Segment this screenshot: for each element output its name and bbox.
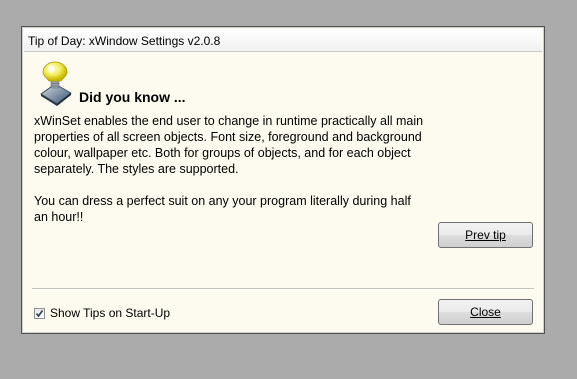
title-bar[interactable]: Tip of Day: xWindow Settings v2.0.8 xyxy=(24,29,542,52)
tip-paragraph: xWinSet enables the end user to change i… xyxy=(34,114,424,176)
close-button[interactable]: Close xyxy=(438,299,533,325)
prev-tip-button[interactable]: Prev tip xyxy=(438,222,533,248)
tip-of-day-dialog: Tip of Day: xWindow Settings v2.0.8 Did … xyxy=(21,26,545,334)
tip-paragraph: You can dress a perfect suit on any your… xyxy=(34,194,411,224)
tip-text: xWinSet enables the end user to change i… xyxy=(34,113,424,241)
show-tips-checkbox[interactable] xyxy=(34,307,45,319)
dialog-content: Did you know ... xWinSet enables the end… xyxy=(24,52,542,331)
separator xyxy=(32,288,534,290)
lightbulb-icon xyxy=(38,60,74,106)
show-tips-label: Show Tips on Start-Up xyxy=(50,306,171,320)
window-title: Tip of Day: xWindow Settings v2.0.8 xyxy=(28,34,221,48)
checkmark-icon xyxy=(35,309,44,317)
tip-heading: Did you know ... xyxy=(79,89,186,105)
show-tips-option[interactable]: Show Tips on Start-Up xyxy=(34,305,170,321)
